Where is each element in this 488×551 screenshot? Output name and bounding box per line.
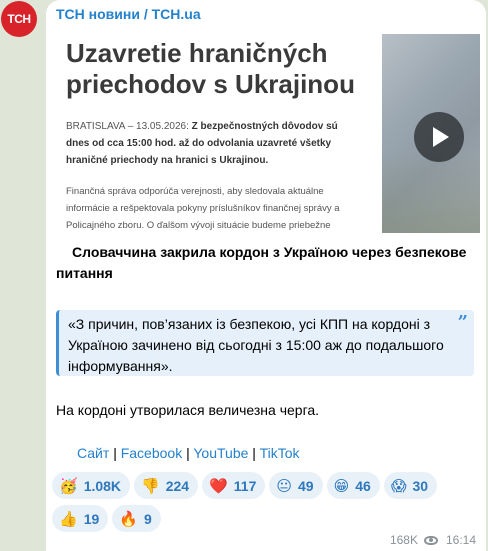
channel-name[interactable]: ТСН новини / TCH.ua (56, 6, 201, 22)
reaction-grin[interactable]: 😁 46 (326, 472, 380, 499)
video-haze (382, 153, 480, 233)
message-bubble: ТСН новини / TCH.ua Uzavretie hraničných… (46, 0, 486, 551)
reactions-bar: 🥳 1.08K 👎 224 ❤️ 117 😐 49 😁 46 😱 30 👍 19 🔥 9 (52, 472, 482, 538)
message-time: 16:14 (445, 533, 476, 547)
reaction-thumbs-up[interactable]: 👍 19 (52, 505, 109, 532)
reaction-thumbs-down[interactable]: 👎 224 (134, 472, 199, 499)
document-body: Finančná správa odporúča verejnosti, aby… (66, 186, 340, 231)
post-quote: «З причин, пов’язаних із безпекою, усі К… (56, 310, 474, 376)
post-body: На кордоні утворилася величезна черга. (56, 402, 320, 418)
link-youtube[interactable]: YouTube (193, 445, 248, 461)
post-headline: Словаччина закрила кордон з Україною чер… (56, 244, 467, 281)
eye-icon (423, 535, 438, 545)
document-image: Uzavretie hraničných priechodov s Ukraji… (56, 28, 381, 233)
video-thumbnail[interactable] (382, 34, 480, 233)
link-site[interactable]: Сайт (77, 445, 109, 461)
link-tiktok[interactable]: TikTok (260, 445, 300, 461)
reaction-heart[interactable]: ❤️ 117 (202, 472, 266, 499)
channel-avatar[interactable]: ТСН (1, 1, 37, 37)
link-facebook[interactable]: Facebook (121, 445, 182, 461)
reaction-scream[interactable]: 😱 30 (383, 472, 438, 499)
message-footer: 168K 16:14 (390, 533, 476, 547)
quote-icon: ” (457, 312, 468, 333)
view-count: 168K (389, 533, 418, 547)
quote-text: «З причин, пов’язаних із безпекою, усі К… (68, 316, 444, 374)
reaction-fire[interactable]: 🔥 9 (112, 505, 161, 532)
document-dateline: BRATISLAVA – 13.05.2026: (66, 121, 192, 132)
media-preview[interactable]: Uzavretie hraničných priechodov s Ukraji… (56, 28, 480, 233)
social-links: Сайт | Facebook | YouTube | TikTok (77, 445, 300, 461)
reaction-party[interactable]: 🥳 1.08K (52, 472, 131, 499)
play-icon[interactable] (414, 112, 464, 162)
reaction-neutral[interactable]: 😐 49 (269, 472, 323, 499)
document-lead: BRATISLAVA – 13.05.2026: Z bezpečnostnýc… (66, 118, 356, 169)
document-title: Uzavretie hraničných priechodov s Ukraji… (66, 38, 355, 99)
